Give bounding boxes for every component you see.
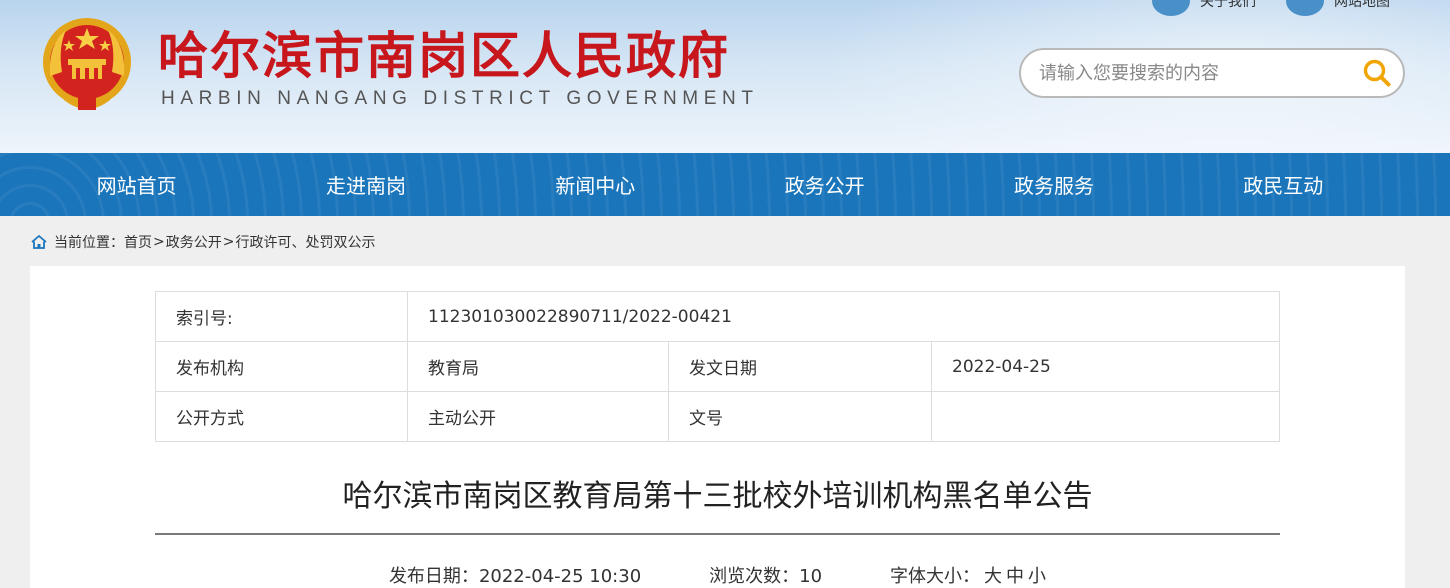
main-nav: 网站首页 走进南岗 新闻中心 政务公开 政务服务 政民互动 — [0, 153, 1450, 216]
user-icon — [1152, 0, 1190, 16]
docno-label: 文号 — [668, 391, 932, 442]
site-header: 哈尔滨市南岗区人民政府 HARBIN NANGANG DISTRICT GOVE… — [0, 0, 1450, 153]
index-value: 112301030022890711/2022-00421 — [407, 291, 1280, 342]
document-meta-table: 索引号: 112301030022890711/2022-00421 发布机构 … — [155, 291, 1280, 442]
font-size-switcher: 字体大小：大中小 — [890, 562, 1046, 588]
title-divider — [155, 533, 1280, 535]
top-link-about[interactable]: 关于我们 — [1152, 0, 1256, 16]
article-title: 哈尔滨市南岗区教育局第十三批校外培训机构黑名单公告 — [342, 479, 1093, 514]
search-icon — [1363, 59, 1391, 87]
site-subtitle: HARBIN NANGANG DISTRICT GOVERNMENT — [161, 88, 759, 109]
table-row: 发布机构 教育局 发文日期 2022-04-25 — [155, 341, 1280, 392]
method-label: 公开方式 — [155, 391, 408, 442]
top-link-label: 网站地图 — [1334, 0, 1390, 10]
docno-value — [931, 391, 1280, 442]
sitemap-icon — [1286, 0, 1324, 16]
content-card: 索引号: 112301030022890711/2022-00421 发布机构 … — [30, 266, 1405, 588]
method-value: 主动公开 — [407, 391, 669, 442]
breadcrumb-separator: > — [153, 234, 165, 250]
nav-item-gov-info[interactable]: 政务公开 — [710, 153, 939, 216]
article-meta: 发布日期：2022-04-25 10:30 浏览次数：10 字体大小：大中小 — [155, 562, 1280, 588]
publish-date: 发布日期：2022-04-25 10:30 — [389, 562, 641, 588]
font-size-large[interactable]: 大 — [984, 566, 1002, 587]
breadcrumb-prefix: 当前位置： — [54, 235, 124, 251]
view-count: 浏览次数：10 — [709, 562, 822, 588]
publish-date-label: 发布日期： — [388, 566, 479, 587]
table-row: 索引号: 112301030022890711/2022-00421 — [155, 291, 1280, 342]
nav-item-home[interactable]: 网站首页 — [22, 153, 251, 216]
date-label: 发文日期 — [668, 341, 932, 392]
top-links: 关于我们 网站地图 — [1152, 0, 1390, 16]
nav-item-gov-service[interactable]: 政务服务 — [939, 153, 1168, 216]
publish-date-value: 2022-04-25 10:30 — [478, 566, 642, 587]
org-value: 教育局 — [407, 341, 669, 392]
breadcrumb-home[interactable]: 首页 — [124, 232, 152, 252]
search-button[interactable] — [1351, 50, 1403, 96]
table-row: 公开方式 主动公开 文号 — [155, 391, 1280, 442]
view-count-value: 10 — [799, 566, 823, 587]
font-size-medium[interactable]: 中 — [1006, 566, 1024, 587]
font-size-small[interactable]: 小 — [1028, 566, 1046, 587]
nav-item-about-nangang[interactable]: 走进南岗 — [251, 153, 480, 216]
national-emblem-icon — [43, 18, 131, 110]
date-value: 2022-04-25 — [931, 341, 1280, 392]
font-size-label: 字体大小： — [890, 566, 981, 587]
org-label: 发布机构 — [155, 341, 408, 392]
breadcrumb: 当前位置： 首页 > 政务公开 > 行政许可、处罚双公示 — [30, 228, 375, 256]
nav-item-news[interactable]: 新闻中心 — [481, 153, 710, 216]
top-link-sitemap[interactable]: 网站地图 — [1286, 0, 1390, 16]
search-box — [1019, 48, 1405, 98]
breadcrumb-gov-info[interactable]: 政务公开 — [166, 232, 222, 252]
index-label: 索引号: — [155, 291, 408, 342]
nav-item-interaction[interactable]: 政民互动 — [1169, 153, 1398, 216]
site-title: 哈尔滨市南岗区人民政府 — [158, 27, 730, 85]
search-input[interactable] — [1021, 50, 1351, 96]
home-icon — [31, 234, 47, 249]
top-link-label: 关于我们 — [1200, 0, 1256, 10]
breadcrumb-current[interactable]: 行政许可、处罚双公示 — [235, 232, 375, 252]
breadcrumb-separator: > — [222, 234, 235, 250]
view-count-label: 浏览次数： — [709, 566, 800, 587]
